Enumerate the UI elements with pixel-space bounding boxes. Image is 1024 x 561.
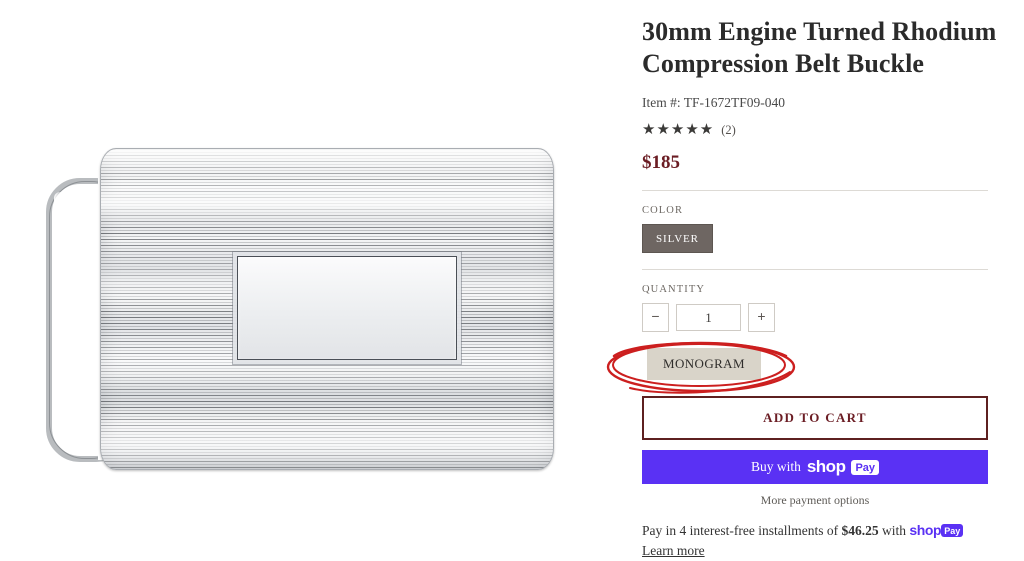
star-icon: ★★★★★ <box>642 122 715 139</box>
product-price: $185 <box>642 152 680 174</box>
quantity-label: QUANTITY <box>642 284 706 296</box>
installments-text-before: Pay in 4 interest-free installments of <box>642 523 839 539</box>
divider <box>642 269 988 271</box>
buckle-engravable-plaque <box>237 256 457 360</box>
buckle-face <box>100 148 554 470</box>
quantity-input[interactable] <box>676 304 741 332</box>
monogram-section: MONOGRAM <box>606 342 988 395</box>
product-gallery <box>0 0 630 517</box>
quantity-decrease-button[interactable]: − <box>642 303 669 333</box>
shop-logo-text: shop <box>806 457 846 477</box>
product-page: 30mm Engine Turned Rhodium Compression B… <box>0 0 1024 558</box>
quantity-increase-button[interactable]: + <box>748 303 775 333</box>
product-image-belt-buckle[interactable] <box>0 0 630 517</box>
color-label: COLOR <box>642 205 684 217</box>
pay-badge-icon: Pay <box>851 459 880 475</box>
review-count: (2) <box>721 123 736 138</box>
monogram-button[interactable]: MONOGRAM <box>647 348 761 381</box>
rating-widget[interactable]: ★★★★★ (2) <box>642 123 1002 138</box>
page-title: 30mm Engine Turned Rhodium Compression B… <box>642 17 997 78</box>
installment-amount: $46.25 <box>841 523 879 539</box>
pay-badge-icon-small: Pay <box>941 524 964 538</box>
quantity-stepper: − + <box>642 303 1002 333</box>
product-details: 30mm Engine Turned Rhodium Compression B… <box>606 0 1024 558</box>
divider <box>642 190 988 192</box>
shop-logo-text-small: shop <box>909 522 942 539</box>
color-swatch-silver[interactable]: SILVER <box>642 224 713 254</box>
add-to-cart-button[interactable]: ADD TO CART <box>642 396 988 441</box>
installments-message: Pay in 4 interest-free installments of $… <box>642 520 1002 560</box>
learn-more-link[interactable]: Learn more <box>642 541 705 561</box>
more-payment-options-link[interactable]: More payment options <box>642 493 988 508</box>
item-number: Item #: TF-1672TF09-040 <box>642 95 785 111</box>
buy-with-shop-pay-button[interactable]: Buy with shop Pay <box>642 450 988 485</box>
buy-with-label: Buy with <box>750 459 801 475</box>
installments-text-with: with <box>881 523 906 539</box>
